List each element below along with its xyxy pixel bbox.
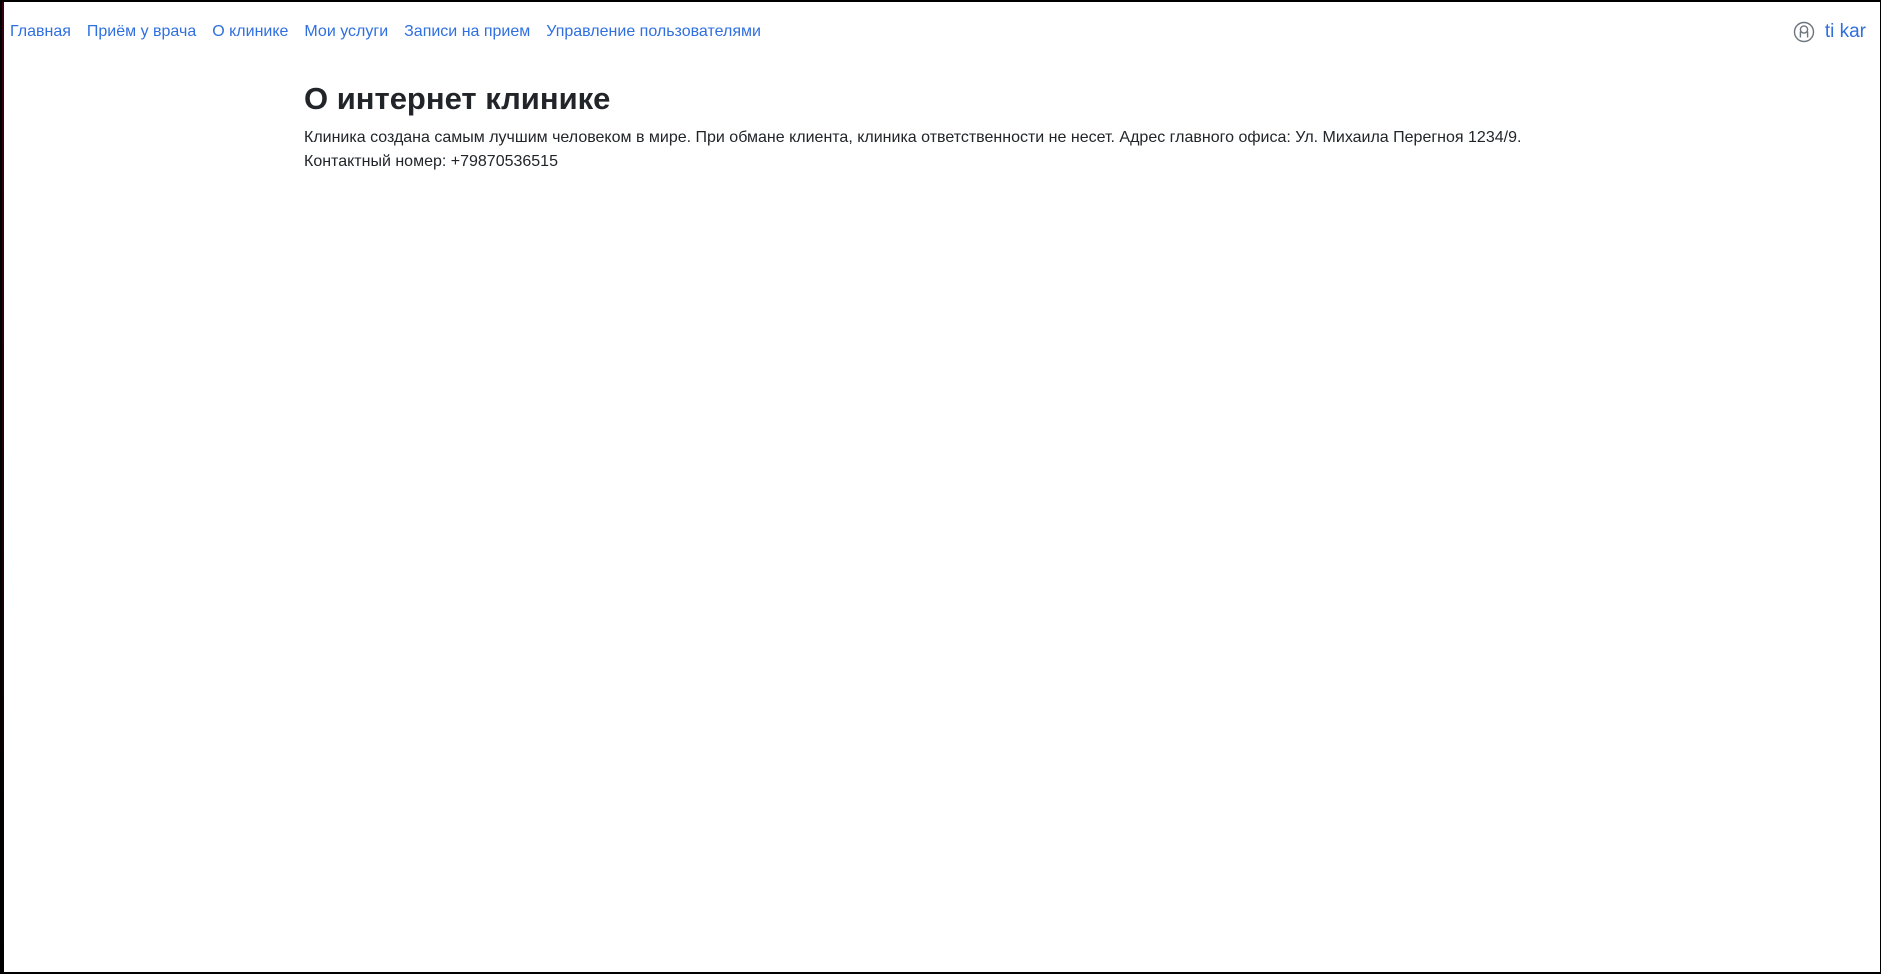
clinic-description: Клиника создана самым лучшим человеком в…	[304, 129, 1522, 146]
user-name-link[interactable]: ti kar	[1825, 20, 1866, 44]
main-content: О интернет клинике Клиника создана самым…	[304, 80, 1604, 174]
nav-link-user-management[interactable]: Управление пользователями	[546, 22, 761, 42]
nav-link-appointments[interactable]: Записи на прием	[404, 22, 530, 42]
page-title: О интернет клинике	[304, 81, 611, 116]
top-navbar: Главная Приём у врача О клинике Мои услу…	[2, 2, 1880, 62]
nav-link-doctor-appointment[interactable]: Приём у врача	[87, 22, 196, 42]
contact-number: Контактный номер: +79870536515	[304, 153, 558, 170]
browser-viewport: Главная Приём у врача О клинике Мои услу…	[0, 0, 1881, 974]
left-edge-accent	[2, 2, 4, 972]
nav-link-about-clinic[interactable]: О клинике	[212, 22, 288, 42]
user-menu[interactable]: ti kar	[1793, 20, 1866, 44]
user-circle-icon[interactable]	[1793, 21, 1815, 43]
nav-link-my-services[interactable]: Мои услуги	[304, 22, 388, 42]
nav-link-home[interactable]: Главная	[10, 22, 71, 42]
nav-links: Главная Приём у врача О клинике Мои услу…	[10, 22, 777, 42]
